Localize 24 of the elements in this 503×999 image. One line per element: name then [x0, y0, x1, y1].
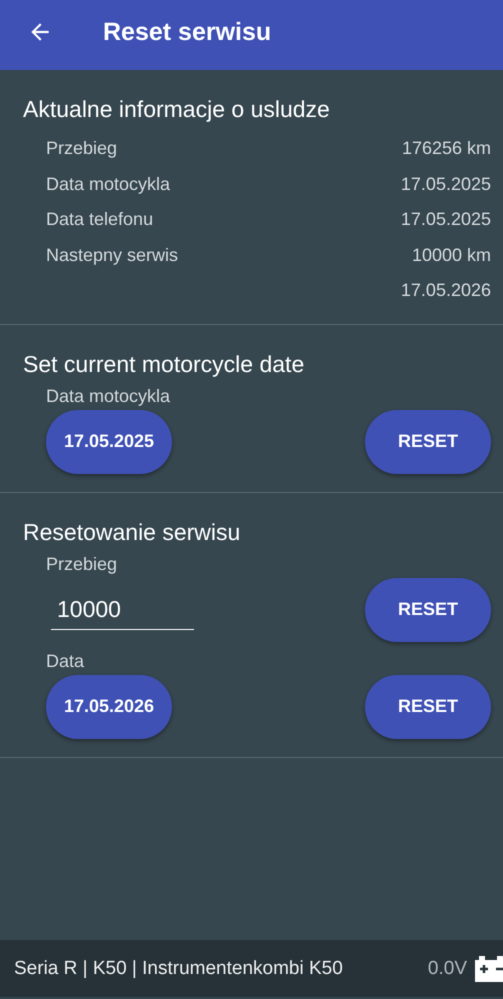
date-button[interactable]: 17.05.2026 [46, 674, 172, 738]
info-label: Data telefonu [46, 209, 154, 230]
reset-button[interactable]: RESET [365, 674, 491, 738]
voltage-reading: 0.0V [428, 958, 467, 980]
info-label: Data motocykla [46, 174, 170, 195]
info-label: Nastepny serwis [46, 244, 178, 266]
field-label: Przebieg [45, 554, 118, 574]
info-label: Przebieg [46, 138, 118, 160]
section-heading: Resetowanie serwisu [23, 518, 242, 546]
info-value: 17.05.2026 [400, 280, 491, 302]
screen-title: Reset serwisu [103, 18, 272, 46]
info-value: 176256 km [402, 138, 491, 160]
reset-button[interactable]: RESET [365, 578, 491, 642]
section-heading: Set current motorcycle date [23, 350, 306, 378]
field-label: Data motocykla [45, 386, 172, 406]
section-heading: Aktualne informacje o usludze [23, 96, 331, 123]
info-value: 17.05.2025 [400, 209, 491, 230]
reset-button[interactable]: RESET [365, 410, 491, 474]
mileage-input[interactable]: 10000 [51, 590, 194, 630]
date-button[interactable]: 17.05.2025 [46, 410, 172, 474]
device-info: Seria R | K50 | Instrumentenkombi K50 [14, 958, 344, 980]
field-label: Data [45, 650, 86, 672]
info-value: 17.05.2025 [400, 174, 491, 195]
info-value: 10000 km [412, 244, 491, 266]
